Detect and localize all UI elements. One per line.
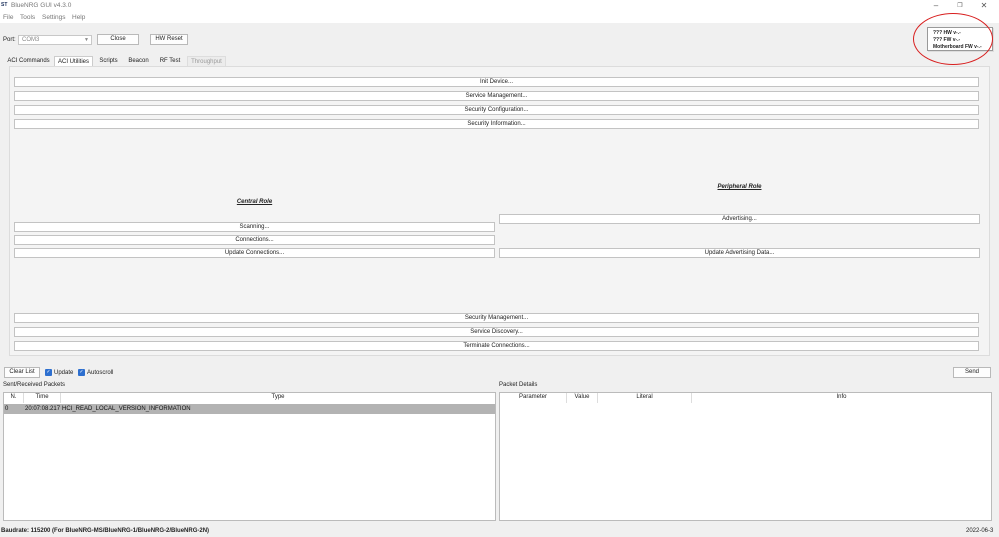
port-value: COM3 [22,37,40,43]
peripheral-role-title: Peripheral Role [717,184,762,190]
menu-settings[interactable]: Settings [42,13,66,22]
baudrate-status: Baudrate: 115200 (For BlueNRG-MS/BlueNRG… [1,528,210,534]
update-label: Update [54,370,74,376]
clear-list-button[interactable]: Clear List [4,367,40,378]
maximize-button[interactable]: ❐ [953,1,967,11]
security-configuration-button[interactable]: Security Configuration... [14,105,979,115]
row-time-cell: 20:07:08.217 [25,406,61,412]
central-role-title: Central Role [236,199,273,205]
title-bar [0,0,999,12]
tab-aci-commands[interactable]: ACI Commands [6,56,51,66]
close-window-button[interactable]: ✕ [977,1,991,11]
column-header-info[interactable]: Info [692,393,991,403]
service-management-button[interactable]: Service Management... [14,91,979,101]
menu-bar [0,12,999,23]
menu-file[interactable]: File [3,13,13,22]
port-label: Port: [3,37,16,43]
packets-title: Sent/Received Packets [3,382,66,388]
column-header-n[interactable]: N. [4,393,24,403]
chevron-down-icon: ▼ [84,37,89,43]
autoscroll-label: Autoscroll [87,370,114,376]
highlight-circle [913,13,993,65]
close-port-button[interactable]: Close [97,34,139,45]
update-advertising-data-button[interactable]: Update Advertising Data... [499,248,980,258]
packet-details-title: Packet Details [499,382,538,388]
packet-details-table[interactable] [499,392,992,521]
column-header-value[interactable]: Value [567,393,598,403]
column-header-time[interactable]: Time [24,393,61,403]
service-discovery-button[interactable]: Service Discovery... [14,327,979,337]
menu-help[interactable]: Help [72,13,85,22]
menu-tools[interactable]: Tools [20,13,35,22]
tab-scripts[interactable]: Scripts [96,56,121,66]
window-title: BlueNRG GUI v4.3.0 [11,2,72,9]
column-header-parameter[interactable]: Parameter [500,393,567,403]
security-information-button[interactable]: Security Information... [14,119,979,129]
send-button[interactable]: Send [953,367,991,378]
date-status: 2022-06-3 [966,528,994,534]
column-header-type[interactable]: Type [61,393,495,403]
hw-reset-button[interactable]: HW Reset [150,34,188,45]
init-device-button[interactable]: Init Device... [14,77,979,87]
row-n-cell: 0 [5,406,9,412]
tab-rf-test[interactable]: RF Test [156,56,184,66]
tab-beacon[interactable]: Beacon [125,56,152,66]
update-checkbox[interactable]: ✓ [45,369,52,376]
row-type-cell: HCI_READ_LOCAL_VERSION_INFORMATION [62,406,191,412]
security-management-button[interactable]: Security Management... [14,313,979,323]
tab-throughput[interactable]: Throughput [187,56,226,66]
terminate-connections-button[interactable]: Terminate Connections... [14,341,979,351]
port-select[interactable]: COM3 ▼ [18,35,92,45]
minimize-button[interactable]: – [929,1,943,11]
advertising-button[interactable]: Advertising... [499,214,980,224]
connections-button[interactable]: Connections... [14,235,495,245]
update-connections-button[interactable]: Update Connections... [14,248,495,258]
autoscroll-checkbox[interactable]: ✓ [78,369,85,376]
scanning-button[interactable]: Scanning... [14,222,495,232]
app-logo: ST [1,2,8,8]
column-header-literal[interactable]: Literal [598,393,692,403]
